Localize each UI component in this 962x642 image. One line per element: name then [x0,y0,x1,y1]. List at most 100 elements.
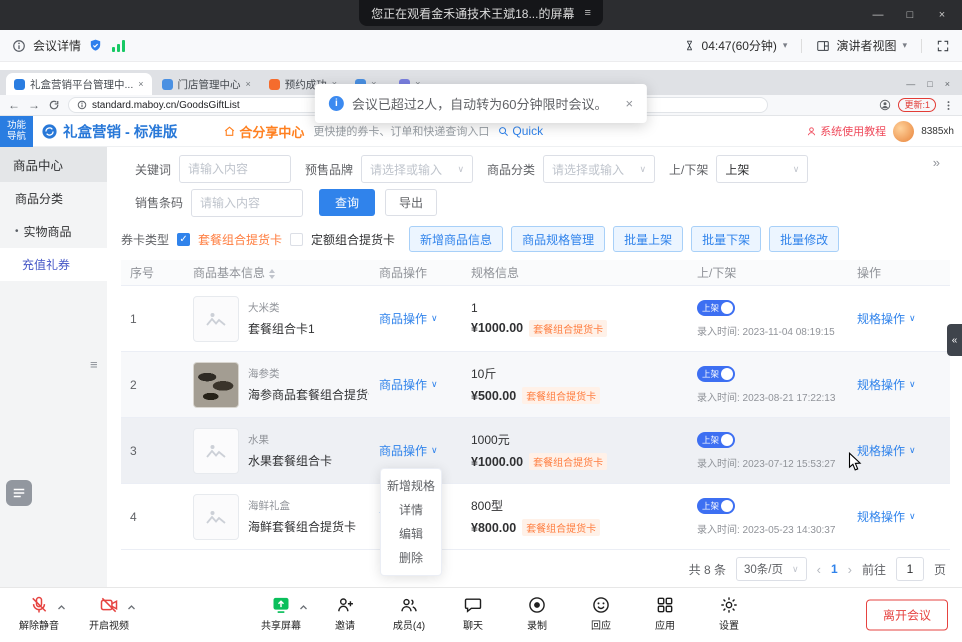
browser-maximize-button[interactable]: □ [927,79,932,89]
batch-off-shelf-button[interactable]: 批量下架 [691,226,761,252]
shelf-toggle[interactable]: 上架 [697,366,735,382]
reactions-button[interactable]: 回应 [574,595,628,632]
view-caret-icon[interactable]: ▾ [902,40,907,51]
batch-edit-button[interactable]: 批量修改 [769,226,839,252]
chevron-down-icon: ∨ [909,313,916,324]
record-button[interactable]: 录制 [510,595,564,632]
menu-item-edit[interactable]: 编辑 [381,522,441,546]
sidebar-item-recharge-coupon[interactable]: 充值礼券 [0,248,107,281]
collapse-panel-icon[interactable]: » [933,155,940,170]
spec-cell: 1 ¥1000.00套餐组合提货卡 [461,301,687,337]
checkbox-fixed-card[interactable] [290,233,303,246]
browser-tab[interactable]: 门店管理中心 × [154,73,259,95]
sidebar-collapse-handle[interactable]: ≡ [90,357,98,372]
checkbox-combo-card-label[interactable]: 套餐组合提货卡 [198,231,282,248]
checkbox-fixed-card-label[interactable]: 定额组合提货卡 [311,231,395,248]
barcode-input[interactable] [191,189,303,217]
next-page-button[interactable]: › [848,562,852,577]
refresh-icon[interactable] [48,99,60,111]
sidebar-item-label: 实物商品 [24,223,72,240]
category-select[interactable]: 请选择或输入 ∨ [543,155,655,183]
product-op-dropdown-open[interactable]: 商品操作∨ [379,442,438,459]
back-icon[interactable]: ← [8,99,20,111]
fullscreen-icon[interactable] [936,39,950,53]
browser-tab-active[interactable]: 礼盒营销平台管理中... × [6,73,152,95]
security-shield-icon[interactable] [88,38,103,53]
maximize-button[interactable]: □ [894,0,926,30]
share-center-link[interactable]: 合分享中心 [223,122,304,141]
product-op-dropdown[interactable]: 商品操作∨ [379,376,438,393]
members-button[interactable]: 成员(4) [382,595,436,632]
spec-op-dropdown[interactable]: 规格操作∨ [857,442,916,459]
timer-caret-icon[interactable]: ▾ [783,40,788,51]
goto-label: 前往 [862,561,886,578]
spec-op-dropdown[interactable]: 规格操作∨ [857,310,916,327]
forward-icon[interactable]: → [28,99,40,111]
browser-minimize-button[interactable]: — [906,79,915,89]
shelf-cell: 上架 录入时间: 2023-07-12 15:53:27 [687,432,839,470]
shelf-toggle[interactable]: 上架 [697,498,735,514]
meeting-detail-link[interactable]: 会议详情 [33,37,81,54]
sidebar-section-goods-center[interactable]: 商品中心 [0,147,107,182]
shelf-toggle[interactable]: 上架 [697,432,735,448]
quick-search-link[interactable]: Quick [498,124,543,138]
sort-icon[interactable] [269,269,275,279]
user-avatar[interactable] [893,121,914,142]
keyword-input[interactable] [179,155,291,183]
nav-label-line1: 功能 [7,120,26,131]
goto-page-input[interactable] [896,557,924,581]
spec-op-label: 规格操作 [857,508,905,525]
shelf-select[interactable]: 上架 ∨ [716,155,808,183]
brand-select[interactable]: 请选择或输入 ∨ [361,155,473,183]
profile-icon[interactable] [879,99,891,111]
share-screen-button[interactable]: 共享屏幕 [254,595,308,632]
minimize-button[interactable]: — [862,0,894,30]
share-options-chevron-icon[interactable] [299,600,308,614]
sidebar-item-goods-category[interactable]: 商品分类 [0,182,107,215]
banner-menu-icon[interactable]: ≡ [584,7,590,19]
spec-manage-button[interactable]: 商品规格管理 [511,226,605,252]
menu-item-details[interactable]: 详情 [381,498,441,522]
checkbox-combo-card[interactable]: ✓ [177,233,190,246]
browser-close-button[interactable]: × [945,79,950,89]
mic-options-chevron-icon[interactable] [57,600,66,614]
spec-op-dropdown[interactable]: 规格操作∨ [857,376,916,393]
function-nav-button[interactable]: 功能 导航 [0,116,33,147]
chat-button[interactable]: 聊天 [446,595,500,632]
tab-close-icon[interactable]: × [138,79,143,89]
site-info-icon[interactable] [77,100,87,110]
view-mode-selector[interactable]: 演讲者视图 [836,37,896,54]
close-button[interactable]: × [926,0,958,30]
add-product-button[interactable]: 新增商品信息 [409,226,503,252]
leave-meeting-button[interactable]: 离开会议 [866,600,948,631]
video-options-chevron-icon[interactable] [127,600,136,614]
apps-button[interactable]: 应用 [638,595,692,632]
watching-banner: 您正在观看金禾通技术王斌18...的屏幕 ≡ [359,0,603,26]
sidebar-item-physical-goods[interactable]: • 实物商品 [0,215,107,248]
start-video-button[interactable]: 开启视频 [82,595,136,632]
toast-close-icon[interactable]: × [626,96,634,111]
unmute-button[interactable]: 解除静音 [12,595,66,632]
meeting-list-float-button[interactable] [6,480,32,506]
spec-op-dropdown[interactable]: 规格操作∨ [857,508,916,525]
export-button[interactable]: 导出 [385,189,437,216]
invite-button[interactable]: 邀请 [318,595,372,632]
menu-item-add-spec[interactable]: 新增规格 [381,474,441,498]
shelf-toggle[interactable]: 上架 [697,300,735,316]
tutorial-link[interactable]: 系统使用教程 [806,123,886,139]
menu-item-delete[interactable]: 删除 [381,546,441,570]
page-number-current[interactable]: 1 [831,562,838,576]
collapse-side-panel-button[interactable]: « [947,324,962,356]
browser-update-badge[interactable]: 更新:1 [898,98,936,112]
browser-menu-icon[interactable] [943,100,954,111]
page-size-select[interactable]: 30条/页 ∨ [736,557,807,581]
batch-on-shelf-button[interactable]: 批量上架 [613,226,683,252]
product-text: 海参类 海参商品套餐组合提货卡 [248,366,369,403]
search-button[interactable]: 查询 [319,189,375,216]
tab-close-icon[interactable]: × [246,79,251,89]
prev-page-button[interactable]: ‹ [817,562,821,577]
reactions-icon [591,595,611,615]
settings-button[interactable]: 设置 [702,595,756,632]
header-product-info[interactable]: 商品基本信息 [185,264,369,281]
product-op-dropdown[interactable]: 商品操作∨ [379,310,438,327]
